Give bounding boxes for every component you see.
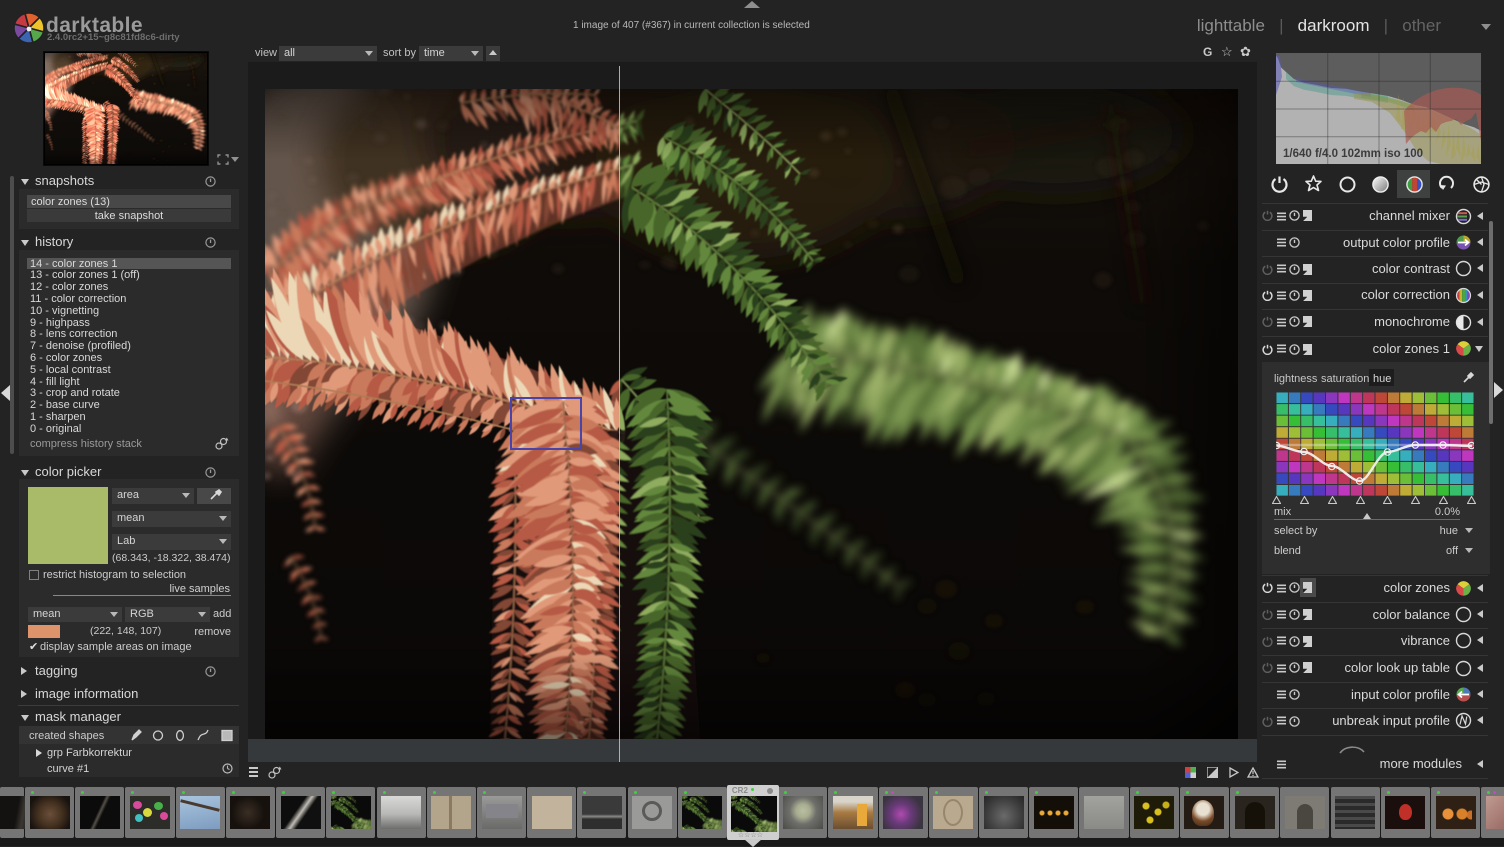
svg-text:1/640 f/4.0 102mm iso 100: 1/640 f/4.0 102mm iso 100 bbox=[1283, 148, 1423, 160]
